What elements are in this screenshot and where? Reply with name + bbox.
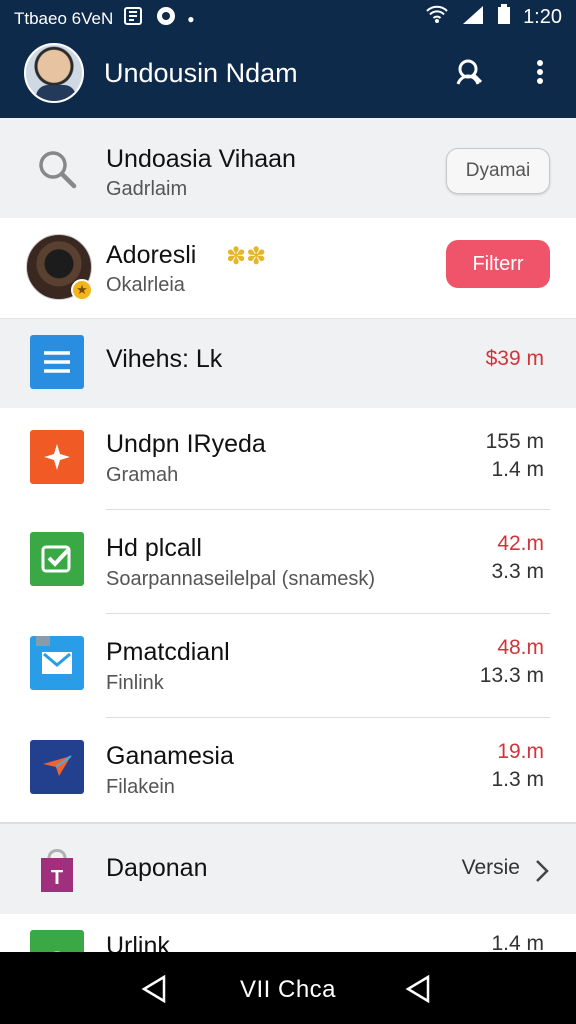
dyamai-button[interactable]: Dyamai — [446, 148, 550, 194]
emoji-icon: ✽✽ — [226, 243, 267, 270]
search-icon — [456, 59, 483, 85]
green-app-icon — [30, 930, 84, 954]
star-app-icon — [30, 430, 84, 484]
list-item[interactable]: Pmatcdianl Finlink 48.m 13.3 m — [0, 614, 576, 718]
list-item[interactable]: T Daponan Versie — [0, 822, 576, 914]
chevron-right-icon[interactable] — [534, 858, 550, 889]
list-item[interactable]: Hd plcall Soarpannaseilelpal (snamesk) 4… — [0, 510, 576, 614]
tag-icon — [36, 636, 50, 646]
badge-icon: ★ — [71, 279, 93, 301]
shopping-bag-icon: T — [30, 842, 84, 896]
list-item[interactable]: Urlink 1.4 m — [0, 914, 576, 954]
list-item-title: Ganamesia — [106, 742, 234, 770]
list-item-title: Urlink — [106, 932, 170, 954]
list-item-secondary-value: 1.4 m — [491, 458, 544, 481]
list-item-title: Adoresli — [106, 241, 197, 269]
list-item-subtitle: Finlink — [106, 672, 164, 694]
list-item-title: Pmatcdianl — [106, 638, 230, 666]
more-options-button[interactable] — [522, 54, 558, 90]
list-item-value: 19.m — [497, 740, 544, 763]
battery-icon — [497, 4, 511, 30]
avatar[interactable] — [24, 43, 84, 103]
svg-text:T: T — [51, 867, 63, 889]
nav-center-label[interactable]: VII Chca — [0, 976, 576, 1004]
list-item-title: Vihehs: Lk — [106, 345, 223, 373]
list-item-secondary-value: 1.3 m — [491, 768, 544, 791]
list-item-title: Hd plcall — [106, 534, 202, 562]
list-item-title: Daponan — [106, 854, 208, 882]
signal-icon — [461, 4, 485, 30]
list-item-secondary-value: 13.3 m — [479, 664, 544, 687]
list-item-subtitle: Filakein — [106, 776, 175, 798]
clock: 1:20 — [523, 5, 562, 28]
list-item-value: Versie — [461, 856, 520, 879]
list-item-subtitle: Gramah — [106, 464, 179, 486]
plane-app-icon — [30, 740, 84, 794]
list-item-secondary-value: 3.3 m — [491, 560, 544, 583]
notification-icon — [123, 6, 145, 31]
more-vert-icon — [537, 60, 543, 84]
dot-icon: ● — [187, 11, 195, 26]
list-item[interactable]: Vihehs: Lk $39 m — [0, 318, 576, 408]
checkbox-app-icon — [30, 532, 84, 586]
status-left-text: Ttbaeo 6VeN — [14, 8, 114, 28]
wifi-icon — [425, 4, 449, 30]
status-bar: Ttbaeo 6VeN ● 1:20 — [0, 0, 576, 32]
list-item-value: 155 m — [485, 430, 544, 453]
list-item-subtitle: Okalrleia — [106, 274, 185, 296]
list-item-title: Undpn IRyeda — [106, 430, 266, 458]
list-item[interactable]: Ganamesia Filakein 19.m 1.3 m — [0, 718, 576, 822]
list-icon — [30, 335, 84, 389]
navigation-bar: VII Chca — [0, 952, 576, 1024]
list-item-value: $39 m — [485, 347, 544, 370]
list-item-value: 48.m — [497, 636, 544, 659]
profile-photo: ★ — [26, 234, 93, 301]
list-item-subtitle: Soarpannaseilelpal (snamesk) — [106, 568, 376, 590]
list-item[interactable]: ★ Adoresli ✽✽ Okalrleia Filterr — [0, 218, 576, 318]
list-item[interactable]: Undoasia Vihaan Gadrlaim Dyamai — [0, 118, 576, 218]
record-icon — [155, 5, 177, 32]
list-item-subtitle: Gadrlaim — [106, 178, 188, 200]
list-item-value: 42.m — [497, 532, 544, 555]
app-bar: Undousin Ndam — [0, 32, 576, 118]
back-icon[interactable] — [404, 974, 432, 1004]
list-item-title: Undoasia Vihaan — [106, 145, 296, 173]
filter-button[interactable]: Filterr — [446, 240, 550, 288]
list-item-value: 1.4 m — [491, 932, 544, 954]
page-title: Undousin Ndam — [104, 58, 298, 88]
search-button[interactable] — [452, 54, 488, 90]
search-icon — [30, 142, 84, 196]
list-item[interactable]: Undpn IRyeda Gramah 155 m 1.4 m — [0, 408, 576, 510]
